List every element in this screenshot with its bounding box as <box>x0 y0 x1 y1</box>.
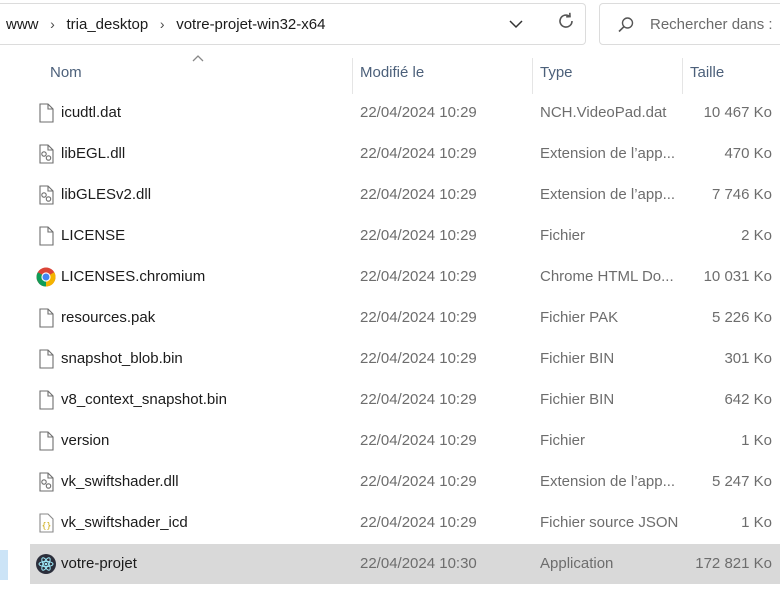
file-size: 10 031 Ko <box>703 268 772 285</box>
file-name: libEGL.dll <box>61 145 126 162</box>
file-size: 7 746 Ko <box>711 186 772 203</box>
file-modified: 22/04/2024 10:29 <box>360 391 477 408</box>
column-header-type[interactable]: Type <box>540 64 573 81</box>
file-modified: 22/04/2024 10:29 <box>360 432 477 449</box>
column-header-modified[interactable]: Modifié le <box>360 64 424 81</box>
sort-ascending-icon <box>192 55 204 62</box>
file-type: Fichier source JSON <box>540 514 679 531</box>
file-type: Extension de l’app... <box>540 186 676 203</box>
column-header-size[interactable]: Taille <box>690 64 724 81</box>
file-type: Extension de l’app... <box>540 473 676 490</box>
file-name: version <box>61 432 110 449</box>
column-header-bar: Nom Modifié le Type Taille <box>14 50 780 94</box>
file-type: Extension de l’app... <box>540 145 676 162</box>
file-row[interactable]: v8_context_snapshot.bin 22/04/2024 10:29 F… <box>30 380 780 420</box>
breadcrumb-item-current-folder[interactable]: votre-projet-win32-x64 <box>174 16 327 33</box>
file-size: 172 821 Ko <box>695 555 772 572</box>
blank-file-icon <box>35 307 57 329</box>
file-size: 5 247 Ko <box>711 473 772 490</box>
address-bar[interactable]: www › tria_desktop › votre-projet-win32-… <box>0 3 586 45</box>
file-row[interactable]: libGLESv2.dll 22/04/2024 10:29 Extension d… <box>30 175 780 215</box>
navigation-pane[interactable] <box>0 50 14 613</box>
breadcrumb-item-www[interactable]: www <box>4 16 41 33</box>
breadcrumb-item-tria-desktop[interactable]: tria_desktop <box>65 16 151 33</box>
file-size: 1 Ko <box>741 514 772 531</box>
file-size: 642 Ko <box>724 391 772 408</box>
file-row[interactable]: libEGL.dll 22/04/2024 10:29 Extension de l… <box>30 134 780 174</box>
file-name: icudtl.dat <box>61 104 122 121</box>
chevron-right-icon[interactable]: › <box>150 16 174 32</box>
file-type: Fichier PAK <box>540 309 619 326</box>
file-size: 1 Ko <box>741 432 772 449</box>
breadcrumb: www › tria_desktop › votre-projet-win32-… <box>4 4 327 44</box>
file-modified: 22/04/2024 10:29 <box>360 268 477 285</box>
refresh-icon[interactable] <box>556 11 576 31</box>
file-list[interactable]: ffmpeg.dll22/04/2024 10:29Extension de l… <box>30 73 780 613</box>
svg-text:{}: {} <box>42 521 52 530</box>
file-type: NCH.VideoPad.dat <box>540 104 667 121</box>
file-modified: 22/04/2024 10:29 <box>360 350 477 367</box>
column-divider[interactable] <box>682 58 683 94</box>
file-row[interactable]: votre-projet 22/04/2024 10:30 Application 1… <box>30 544 780 584</box>
file-row[interactable]: icudtl.dat 22/04/2024 10:29 NCH.VideoPad.d… <box>30 93 780 133</box>
file-type: Fichier <box>540 432 586 449</box>
file-name: resources.pak <box>61 309 156 326</box>
file-name: v8_context_snapshot.bin <box>61 391 227 408</box>
file-name: vk_swiftshader.dll <box>61 473 179 490</box>
file-row[interactable]: LICENSE 22/04/2024 10:29 Fichier 2 Ko <box>30 216 780 256</box>
file-name: votre-projet <box>61 555 137 572</box>
file-type: Chrome HTML Do... <box>540 268 674 285</box>
blank-file-icon <box>35 348 57 370</box>
file-modified: 22/04/2024 10:29 <box>360 514 477 531</box>
file-type: Fichier <box>540 227 586 244</box>
file-row[interactable]: {} vk_swiftshader_icd 22/04/2024 10:29 Fich… <box>30 503 780 543</box>
json-file-icon: {} <box>35 512 57 534</box>
search-icon <box>618 17 634 33</box>
dll-file-icon <box>35 471 57 493</box>
file-row[interactable]: LICENSES.chromium 22/04/2024 10:29 Chrome … <box>30 257 780 297</box>
blank-file-icon <box>35 102 57 124</box>
search-placeholder: Rechercher dans : <box>650 16 773 33</box>
chevron-down-icon[interactable] <box>506 14 526 34</box>
chevron-right-icon[interactable]: › <box>41 16 65 32</box>
file-size: 2 Ko <box>741 227 772 244</box>
blank-file-icon <box>35 225 57 247</box>
navigation-selected-item[interactable] <box>0 550 8 580</box>
blank-file-icon <box>35 430 57 452</box>
file-size: 470 Ko <box>724 145 772 162</box>
file-row[interactable]: resources.pak 22/04/2024 10:29 Fichier PAK… <box>30 298 780 338</box>
file-row[interactable]: vk_swiftshader.dll 22/04/2024 10:29 Extens… <box>30 462 780 502</box>
file-row[interactable]: snapshot_blob.bin 22/04/2024 10:29 Fichier… <box>30 339 780 379</box>
file-modified: 22/04/2024 10:29 <box>360 473 477 490</box>
file-name: vk_swiftshader_icd <box>61 514 188 531</box>
file-type: Fichier BIN <box>540 391 615 408</box>
file-size: 10 467 Ko <box>703 104 772 121</box>
file-modified: 22/04/2024 10:30 <box>360 555 477 572</box>
file-modified: 22/04/2024 10:29 <box>360 104 477 121</box>
address-toolbar: www › tria_desktop › votre-projet-win32-… <box>0 0 780 50</box>
file-name: LICENSES.chromium <box>61 268 206 285</box>
file-type: Application <box>540 555 614 572</box>
file-type: Fichier BIN <box>540 350 615 367</box>
file-name: snapshot_blob.bin <box>61 350 183 367</box>
file-size: 5 226 Ko <box>711 309 772 326</box>
file-modified: 22/04/2024 10:29 <box>360 145 477 162</box>
file-size: 301 Ko <box>724 350 772 367</box>
chrome-icon <box>35 266 57 288</box>
search-box[interactable]: Rechercher dans : <box>599 3 780 45</box>
blank-file-icon <box>35 389 57 411</box>
file-name: libGLESv2.dll <box>61 186 152 203</box>
column-header-name[interactable]: Nom <box>50 64 82 81</box>
file-modified: 22/04/2024 10:29 <box>360 186 477 203</box>
electron-app-icon <box>35 553 57 575</box>
column-divider[interactable] <box>352 58 353 94</box>
dll-file-icon <box>35 143 57 165</box>
file-modified: 22/04/2024 10:29 <box>360 309 477 326</box>
file-name: LICENSE <box>61 227 126 244</box>
column-divider[interactable] <box>532 58 533 94</box>
dll-file-icon <box>35 184 57 206</box>
file-modified: 22/04/2024 10:29 <box>360 227 477 244</box>
file-row[interactable]: version 22/04/2024 10:29 Fichier 1 Ko <box>30 421 780 461</box>
